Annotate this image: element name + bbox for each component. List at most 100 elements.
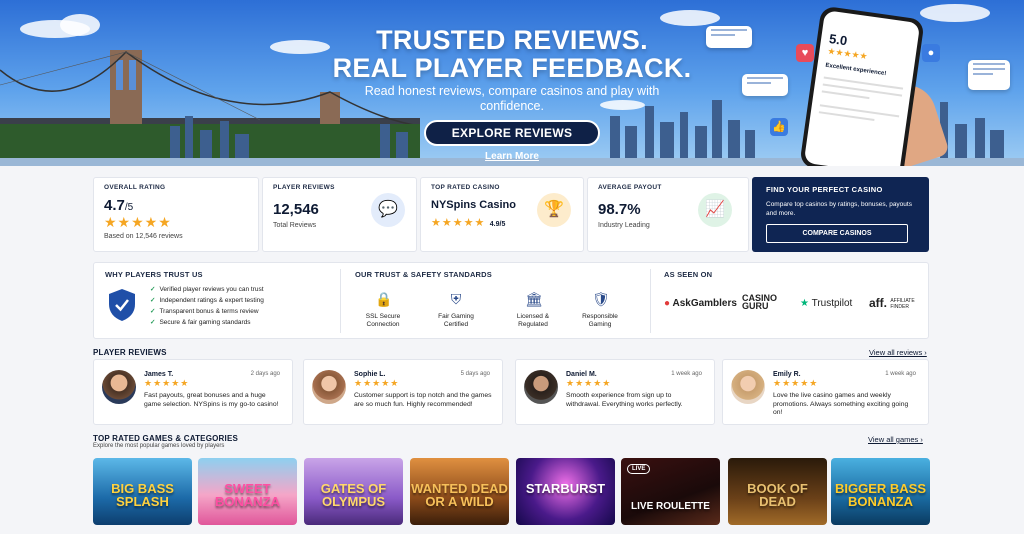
- reviewer-name: Daniel M.: [566, 371, 597, 378]
- live-badge: LIVE: [627, 464, 651, 474]
- why-trust-item: ✓ Verified player reviews you can trust: [150, 286, 264, 293]
- standard-responsible: 🛡 Responsible Gaming: [570, 291, 630, 329]
- standard-ssl: 🔒 SSL Secure Connection: [353, 291, 413, 329]
- review-card: James T. 2 days ago ★★★★★ Fast payouts, …: [93, 359, 293, 425]
- phone-mockup: 5.0 ★★★★★ Excellent experience!: [799, 5, 925, 166]
- review-stars: ★★★★★: [144, 378, 190, 388]
- game-tile-live-roulette[interactable]: LIVE LIVE ROULETTE: [621, 458, 720, 525]
- chat-bubble-icon: [706, 26, 752, 48]
- why-trust-item-text: Verified player reviews you can trust: [159, 286, 264, 293]
- lock-icon: 🔒: [375, 291, 393, 307]
- cloud: [920, 4, 990, 22]
- review-card: Emily R. 1 week ago ★★★★★ Love the live …: [722, 359, 929, 425]
- trend-icon: 📈: [698, 193, 732, 227]
- review-time: 1 week ago: [885, 371, 916, 377]
- why-trust-item-text: Independent ratings & expert testing: [159, 297, 264, 304]
- game-tile-wanted-dead-or-a-wild[interactable]: WANTED DEAD OR A WILD: [410, 458, 509, 525]
- player-reviews-title: PLAYER REVIEWS: [93, 348, 167, 357]
- trophy-icon: 🏆: [537, 193, 571, 227]
- trustpilot-text: Trustpilot: [811, 298, 853, 309]
- avatar: [524, 370, 558, 404]
- user-icon: ●: [922, 44, 940, 62]
- view-all-games-link[interactable]: View all games ›: [868, 435, 923, 444]
- overall-rating-suffix: /5: [124, 202, 134, 213]
- find-casino-title: FIND YOUR PERFECT CASINO: [766, 185, 883, 194]
- games-subtitle: Explore the most popular games loved by …: [93, 443, 225, 449]
- overall-rating-value: 4.7/5: [104, 197, 248, 214]
- player-reviews-card: PLAYER REVIEWS 12,546 Total Reviews 💬: [262, 177, 417, 252]
- game-title: BOOK OF DEAD: [747, 481, 808, 509]
- chat-bubble-icon: [968, 60, 1010, 90]
- bank-icon: 🏛: [525, 291, 543, 307]
- askgamblers-text: AskGamblers: [672, 298, 737, 309]
- overall-rating-label: OVERALL RATING: [104, 184, 166, 191]
- why-trust-item-text: Transparent bonus & terms review: [159, 308, 259, 315]
- review-text: Smooth experience from sign up to withdr…: [566, 392, 683, 408]
- avatar: [731, 370, 765, 404]
- as-seen-on-title: AS SEEN ON: [664, 270, 713, 279]
- game-tile-bigger-bass-bonanza[interactable]: BIGGER BASS BONANZA: [831, 458, 930, 525]
- average-payout-card: AVERAGE PAYOUT 98.7% Industry Leading 📈: [587, 177, 749, 252]
- top-casino-stars: ★★★★★: [431, 217, 486, 229]
- overall-rating-stars: ★★★★★: [104, 214, 172, 230]
- top-casino-card: TOP RATED CASINO NYSpins Casino ★★★★★ 4.…: [420, 177, 584, 252]
- shield-star-icon: ⛨: [450, 291, 462, 307]
- reviewer-name: James T.: [144, 371, 174, 378]
- compare-casinos-button[interactable]: COMPARE CASINOS: [766, 224, 908, 243]
- top-casino-label: TOP RATED CASINO: [431, 184, 500, 191]
- hero-subtitle: Read honest reviews, compare casinos and…: [364, 84, 660, 113]
- cloud: [660, 10, 720, 26]
- hero-banner: TRUSTED REVIEWS. REAL PLAYER FEEDBACK. R…: [0, 0, 1024, 166]
- game-title: WANTED DEAD OR A WILD: [411, 481, 508, 509]
- game-title: GATES OF OLYMPUS: [320, 481, 387, 509]
- heart-icon: ♥: [796, 44, 814, 62]
- review-card: Daniel M. 1 week ago ★★★★★ Smooth experi…: [515, 359, 715, 425]
- reviewer-name: Sophie L.: [354, 371, 386, 378]
- game-title: STARBURST: [525, 481, 606, 496]
- review-time: 1 week ago: [671, 371, 702, 377]
- review-stars: ★★★★★: [354, 378, 400, 388]
- affiliate-finder-text: AFFILIATE FINDER: [890, 297, 915, 310]
- review-card: Sophie L. 5 days ago ★★★★★ Customer supp…: [303, 359, 503, 425]
- aff-text: aff.: [869, 296, 887, 310]
- player-reviews-label: PLAYER REVIEWS: [273, 184, 335, 191]
- explore-reviews-button[interactable]: EXPLORE REVIEWS: [424, 120, 600, 146]
- game-title: BIG BASS SPLASH: [111, 481, 174, 509]
- average-payout-label: AVERAGE PAYOUT: [598, 184, 662, 191]
- view-all-reviews-link[interactable]: View all reviews ›: [869, 348, 927, 357]
- hero-title-line1: TRUSTED REVIEWS.: [376, 25, 648, 55]
- find-casino-panel: FIND YOUR PERFECT CASINO Compare top cas…: [752, 177, 929, 252]
- standard-label: Fair Gaming Certified: [438, 313, 474, 328]
- game-tile-book-of-dead[interactable]: BOOK OF DEAD: [728, 458, 827, 525]
- overall-rating-card: OVERALL RATING 4.7/5 ★★★★★ Based on 12,5…: [93, 177, 259, 252]
- game-tile-gates-of-olympus[interactable]: GATES OF OLYMPUS: [304, 458, 403, 525]
- casino-guru-text: CASINO GURU: [742, 293, 778, 311]
- game-title: BIGGER BASS BONANZA: [834, 481, 926, 509]
- standard-licensed: 🏛 Licensed & Regulated: [503, 291, 563, 329]
- safety-standards-title: OUR TRUST & SAFETY STANDARDS: [355, 270, 492, 279]
- shield-check-icon: 🛡: [592, 291, 610, 307]
- askgamblers-logo: ● AskGamblers: [664, 298, 737, 309]
- hero-title-line2: REAL PLAYER FEEDBACK.: [332, 53, 692, 83]
- why-trust-item-text: Secure & fair gaming standards: [159, 319, 251, 326]
- avatar: [102, 370, 136, 404]
- standard-label: Licensed & Regulated: [516, 313, 550, 328]
- casino-guru-logo: CASINO GURU: [742, 293, 782, 311]
- overall-rating-note: Based on 12,546 reviews: [104, 233, 183, 240]
- chat-icon: 💬: [371, 193, 405, 227]
- review-text: Love the live casino games and weekly pr…: [773, 392, 909, 416]
- reviewer-name: Emily R.: [773, 371, 801, 378]
- like-icon: 👍: [770, 118, 788, 136]
- review-stars: ★★★★★: [773, 378, 819, 388]
- game-tile-sweet-bonanza[interactable]: SWEET BONANZA: [198, 458, 297, 525]
- game-tile-big-bass-splash[interactable]: BIG BASS SPLASH: [93, 458, 192, 525]
- game-title: SWEET BONANZA: [215, 481, 280, 509]
- review-text: Fast payouts, great bonuses and a huge g…: [144, 392, 279, 408]
- game-tile-starburst[interactable]: STARBURST: [516, 458, 615, 525]
- why-trust-list: ✓ Verified player reviews you can trust ✓…: [150, 284, 264, 328]
- top-casino-score: 4.9/5: [489, 221, 506, 228]
- learn-more-link[interactable]: Learn More: [476, 151, 548, 162]
- why-trust-item: ✓ Secure & fair gaming standards: [150, 319, 251, 326]
- review-time: 2 days ago: [250, 371, 280, 377]
- find-casino-text: Compare top casinos by ratings, bonuses,…: [766, 201, 912, 217]
